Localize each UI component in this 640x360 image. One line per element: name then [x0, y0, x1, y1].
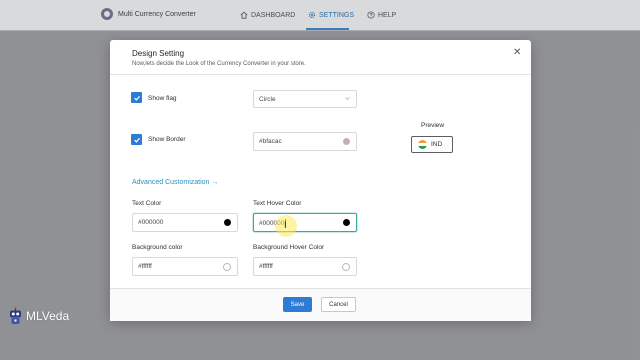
background-color-value: #ffffff: [138, 263, 152, 270]
text-hover-color-input[interactable]: #000000: [253, 213, 357, 232]
design-setting-modal: Design Setting Now,lets decide the Look …: [110, 40, 531, 321]
modal-header: Design Setting Now,lets decide the Look …: [110, 40, 531, 75]
border-color-input[interactable]: #bfacac: [253, 132, 357, 151]
background-hover-color-value: #ffffff: [259, 263, 273, 270]
text-color-input[interactable]: #000000: [132, 213, 238, 232]
nav-dashboard-label: DASHBOARD: [251, 11, 296, 19]
background-color-label: Background color: [132, 244, 183, 251]
text-color-label: Text Color: [132, 200, 162, 207]
background-color-swatch[interactable]: [223, 263, 231, 271]
brand[interactable]: Multi Currency Converter: [101, 8, 196, 20]
nav-dashboard[interactable]: DASHBOARD: [240, 11, 295, 19]
home-icon: [240, 11, 248, 19]
gear-icon: [308, 11, 316, 19]
modal-title: Design Setting: [132, 49, 185, 58]
show-flag-checkbox[interactable]: [131, 92, 142, 103]
text-hover-color-swatch[interactable]: [343, 219, 350, 226]
preview-currency-code: IND: [431, 141, 443, 148]
nav-settings[interactable]: SETTINGS: [308, 11, 354, 19]
nav-settings-label: SETTINGS: [319, 11, 355, 19]
border-color-swatch[interactable]: [343, 138, 350, 145]
checkmark-icon: [133, 95, 140, 101]
flag-shape-value: Circle: [259, 96, 276, 103]
modal-footer: Save Cancel: [110, 288, 531, 321]
text-color-swatch[interactable]: [224, 219, 231, 226]
show-flag-label: Show flag: [148, 95, 177, 102]
app-logo-icon: [101, 8, 113, 20]
top-nav-bar: Multi Currency Converter DASHBOARD SETTI…: [0, 0, 640, 31]
close-icon[interactable]: ✕: [513, 48, 521, 58]
robot-logo-icon: [10, 306, 21, 324]
watermark-text: MLVeda: [26, 309, 70, 323]
border-color-value: #bfacac: [259, 138, 282, 145]
text-cursor-icon: I: [284, 221, 287, 231]
show-border-checkbox[interactable]: [131, 134, 142, 145]
cancel-button[interactable]: Cancel: [321, 297, 356, 312]
advanced-customization-link[interactable]: Advanced Customization →: [132, 179, 218, 186]
text-hover-color-label: Text Hover Color: [253, 200, 302, 207]
help-circle-icon: [367, 11, 375, 19]
background-hover-color-input[interactable]: #ffffff: [253, 257, 357, 276]
india-flag-icon: [418, 140, 427, 149]
modal-subtitle: Now,lets decide the Look of the Currency…: [132, 61, 306, 67]
nav-help-label: HELP: [378, 11, 397, 19]
nav-help[interactable]: HELP: [367, 11, 396, 19]
chevron-down-icon: [345, 97, 350, 100]
background-color-input[interactable]: #ffffff: [132, 257, 238, 276]
save-button[interactable]: Save: [283, 297, 312, 312]
checkmark-icon: [133, 137, 140, 143]
mlveda-watermark: MLVeda: [8, 306, 69, 326]
background-hover-color-swatch[interactable]: [342, 263, 350, 271]
text-color-value: #000000: [138, 219, 164, 226]
app-name: Multi Currency Converter: [118, 10, 196, 18]
currency-preview-badge: IND: [411, 136, 453, 153]
flag-shape-select[interactable]: Circle: [253, 90, 357, 108]
show-border-label: Show Border: [148, 136, 186, 143]
background-hover-color-label: Background Hover Color: [253, 244, 325, 251]
preview-title: Preview: [421, 122, 445, 129]
